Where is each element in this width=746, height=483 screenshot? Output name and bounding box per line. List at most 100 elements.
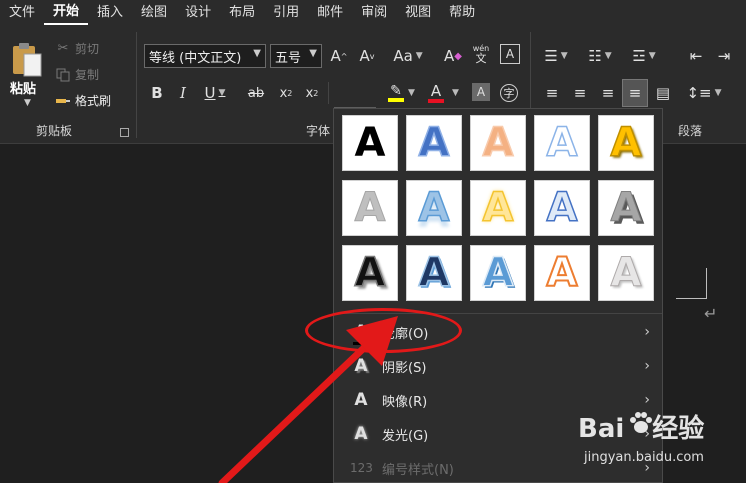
text-glow-icon: A [354, 424, 368, 444]
gallery-style-4[interactable]: A [534, 115, 590, 171]
font-color-icon: A [430, 81, 442, 100]
menu-item-label: 映像(R) [382, 394, 428, 410]
align-center-button[interactable]: ≡ [570, 81, 590, 105]
chevron-down-icon[interactable]: ▼ [448, 81, 460, 105]
align-left-button[interactable]: ≡ [542, 81, 562, 105]
chevron-right-icon: › [644, 358, 650, 374]
menu-item-label: 编号样式(N) [382, 462, 454, 478]
gallery-style-3[interactable]: A [470, 115, 526, 171]
multilevel-list-button[interactable]: ☲ ▼ [628, 44, 660, 68]
margin-crop-mark [676, 298, 707, 299]
gallery-style-12[interactable]: A [406, 245, 462, 301]
tab-file[interactable]: 文件 [0, 0, 44, 26]
chevron-down-icon: ▼ [560, 51, 568, 61]
gallery-style-11[interactable]: A [342, 245, 398, 301]
clipboard-dialog-launcher-icon[interactable] [120, 128, 129, 137]
annotation-ellipse [305, 308, 462, 353]
gallery-style-14[interactable]: A [534, 245, 590, 301]
chevron-down-icon: ▼ [604, 51, 612, 61]
font-color-button[interactable]: A [424, 81, 448, 105]
chevron-down-icon: ▼ [309, 48, 317, 59]
text-reflection-icon: A [354, 390, 368, 410]
phonetic-guide-button[interactable]: wén 文 [468, 42, 494, 66]
format-painter-button[interactable]: 格式刷 [55, 92, 111, 109]
tab-home[interactable]: 开始 [44, 1, 89, 25]
tab-help[interactable]: 帮助 [440, 0, 484, 26]
baidu-watermark: Bai 经验 jingyan.baidu.com [578, 408, 738, 480]
font-color-swatch [428, 98, 444, 103]
superscript-button[interactable]: x2 [302, 81, 322, 105]
gallery-style-8[interactable]: A [470, 180, 526, 236]
tab-view[interactable]: 视图 [396, 0, 440, 26]
character-border-button[interactable]: A [500, 44, 520, 64]
italic-button[interactable]: I [174, 81, 192, 105]
increase-indent-button[interactable]: ⇥ [714, 44, 734, 68]
watermark-url: jingyan.baidu.com [584, 450, 704, 465]
font-size-value: 五号 [275, 50, 302, 66]
change-case-label: Aa [393, 47, 413, 65]
gallery-style-15[interactable]: A [598, 245, 654, 301]
menu-item-shadow[interactable]: A 阴影(S) › [334, 349, 662, 383]
tab-mailings[interactable]: 邮件 [308, 0, 352, 26]
tab-insert[interactable]: 插入 [88, 0, 132, 26]
tab-references[interactable]: 引用 [264, 0, 308, 26]
text-shadow-icon: A [354, 356, 368, 376]
bullets-button[interactable]: ☰ ▼ [540, 44, 572, 68]
format-painter-label: 格式刷 [75, 94, 112, 108]
chevron-down-icon[interactable]: ▼ [404, 81, 416, 105]
shrink-font-button[interactable]: Av [356, 44, 378, 68]
justify-button[interactable]: ≡ [622, 79, 648, 107]
phonetic-bottom: 文 [475, 51, 487, 65]
align-right-button[interactable]: ≡ [598, 81, 618, 105]
gallery-style-9[interactable]: A [534, 180, 590, 236]
copy-button[interactable]: 复制 [55, 66, 99, 83]
strikethrough-button[interactable]: ab [244, 81, 268, 105]
paste-dropdown-icon[interactable]: ▼ [24, 98, 31, 108]
font-size-combo[interactable]: 五号 ▼ [270, 44, 322, 68]
divider [328, 82, 329, 104]
highlight-color-swatch [388, 98, 404, 102]
chevron-down-icon: ▼ [253, 48, 261, 59]
gallery-style-6[interactable]: A [342, 180, 398, 236]
enclose-characters-button[interactable]: 字 [498, 81, 520, 105]
highlighter-icon: ✎ [390, 83, 402, 99]
font-name-value: 等线 (中文正文) [149, 50, 242, 66]
tab-design[interactable]: 设计 [176, 0, 220, 26]
enclosed-character-icon: 字 [500, 84, 518, 102]
paragraph-mark-icon: ↵ [704, 304, 718, 323]
menu-bar: 文件 开始 插入 绘图 设计 布局 引用 邮件 审阅 视图 帮助 [0, 0, 746, 26]
clipboard-group-label: 剪贴板 [36, 124, 73, 138]
underline-button[interactable]: U ▼ [200, 81, 230, 105]
line-spacing-button[interactable]: ↕≡ ▼ [686, 81, 722, 105]
paintbrush-icon [55, 93, 71, 109]
tab-layout[interactable]: 布局 [220, 0, 264, 26]
numbering-button[interactable]: ☷ ▼ [584, 44, 616, 68]
distributed-button[interactable]: ▤ [652, 81, 674, 105]
gallery-style-7[interactable]: A [406, 180, 462, 236]
copy-icon [55, 67, 71, 83]
font-name-combo[interactable]: 等线 (中文正文) ▼ [144, 44, 266, 68]
paragraph-group-label: 段落 [678, 124, 703, 138]
copy-label: 复制 [75, 68, 100, 82]
bold-button[interactable]: B [148, 81, 166, 105]
decrease-indent-button[interactable]: ⇤ [686, 44, 706, 68]
change-case-button[interactable]: Aa ▼ [390, 44, 426, 68]
chevron-down-icon: ▼ [218, 88, 226, 98]
menu-item-label: 阴影(S) [382, 360, 427, 376]
character-shading-button[interactable]: A [472, 83, 490, 101]
gallery-style-5[interactable]: A [598, 115, 654, 171]
paste-icon[interactable] [10, 40, 44, 78]
paste-button[interactable]: 粘贴 [10, 78, 36, 97]
gallery-style-2[interactable]: A [406, 115, 462, 171]
gallery-style-10[interactable]: A [598, 180, 654, 236]
subscript-button[interactable]: x2 [276, 81, 296, 105]
scissors-icon: ✂ [57, 41, 69, 56]
tab-review[interactable]: 审阅 [352, 0, 396, 26]
tab-draw[interactable]: 绘图 [132, 0, 176, 26]
grow-font-button[interactable]: A ^ [328, 44, 350, 68]
cut-button[interactable]: ✂ 剪切 [55, 40, 99, 57]
paw-icon [630, 412, 652, 433]
clear-formatting-icon[interactable]: A ◆ [442, 44, 464, 68]
gallery-style-1[interactable]: A [342, 115, 398, 171]
gallery-style-13[interactable]: A [470, 245, 526, 301]
